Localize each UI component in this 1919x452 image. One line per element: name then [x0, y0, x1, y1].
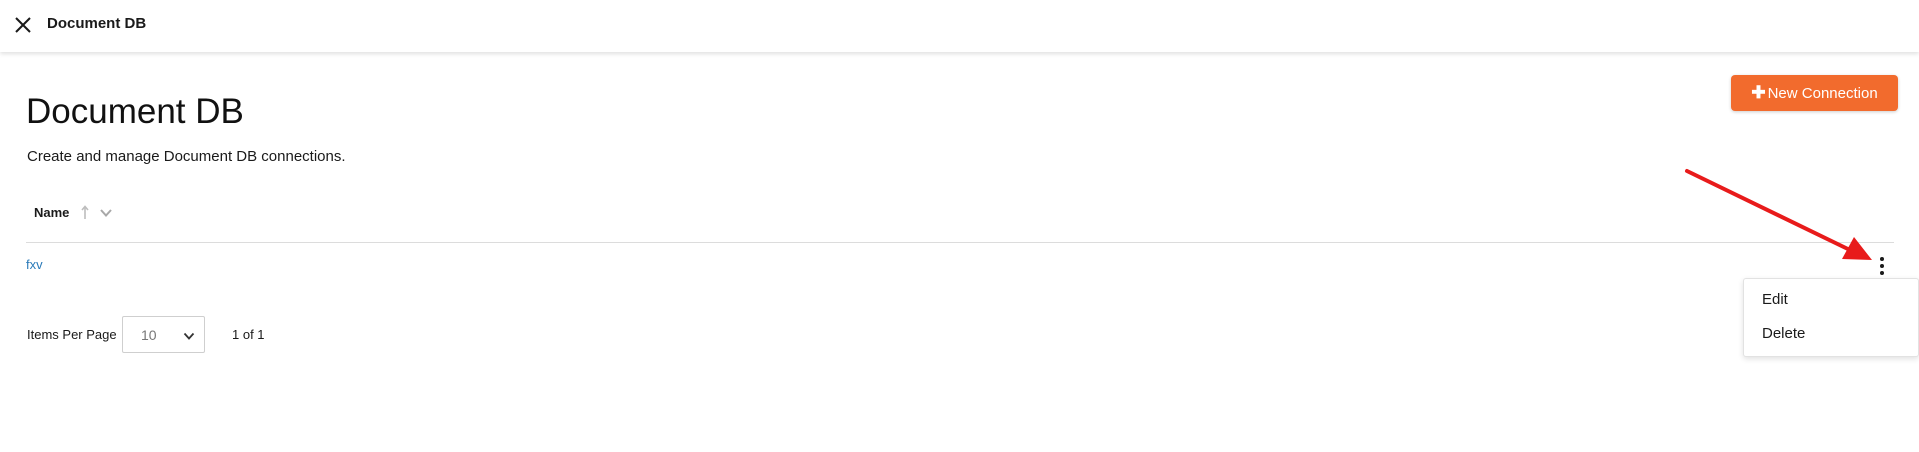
kebab-icon[interactable]	[1875, 255, 1889, 279]
page-title: Document DB	[26, 92, 244, 131]
new-connection-label: New Connection	[1767, 84, 1878, 102]
items-per-page-value: 10	[141, 327, 157, 343]
page-description: Create and manage Document DB connection…	[27, 148, 346, 165]
chevron-down-icon[interactable]	[99, 207, 113, 219]
menu-item-edit[interactable]: Edit	[1762, 291, 1788, 308]
annotation-arrow	[1685, 169, 1872, 260]
top-bar: Document DB	[0, 0, 1919, 52]
column-header-name[interactable]: Name	[34, 205, 69, 220]
close-icon[interactable]	[12, 14, 34, 36]
menu-item-delete[interactable]: Delete	[1762, 325, 1805, 342]
row-actions-menu: Edit Delete	[1743, 278, 1919, 357]
table-divider	[26, 242, 1894, 243]
new-connection-button[interactable]: ✚ New Connection	[1731, 75, 1898, 111]
chevron-down-icon	[183, 332, 195, 340]
top-bar-title: Document DB	[47, 15, 147, 32]
items-per-page-label: Items Per Page	[27, 327, 117, 342]
sort-ascending-icon[interactable]	[80, 204, 90, 220]
table-row-name-link[interactable]: fxv	[26, 257, 43, 272]
plus-icon: ✚	[1751, 83, 1766, 102]
page-info: 1 of 1	[232, 327, 265, 342]
items-per-page-select[interactable]: 10	[122, 316, 205, 353]
